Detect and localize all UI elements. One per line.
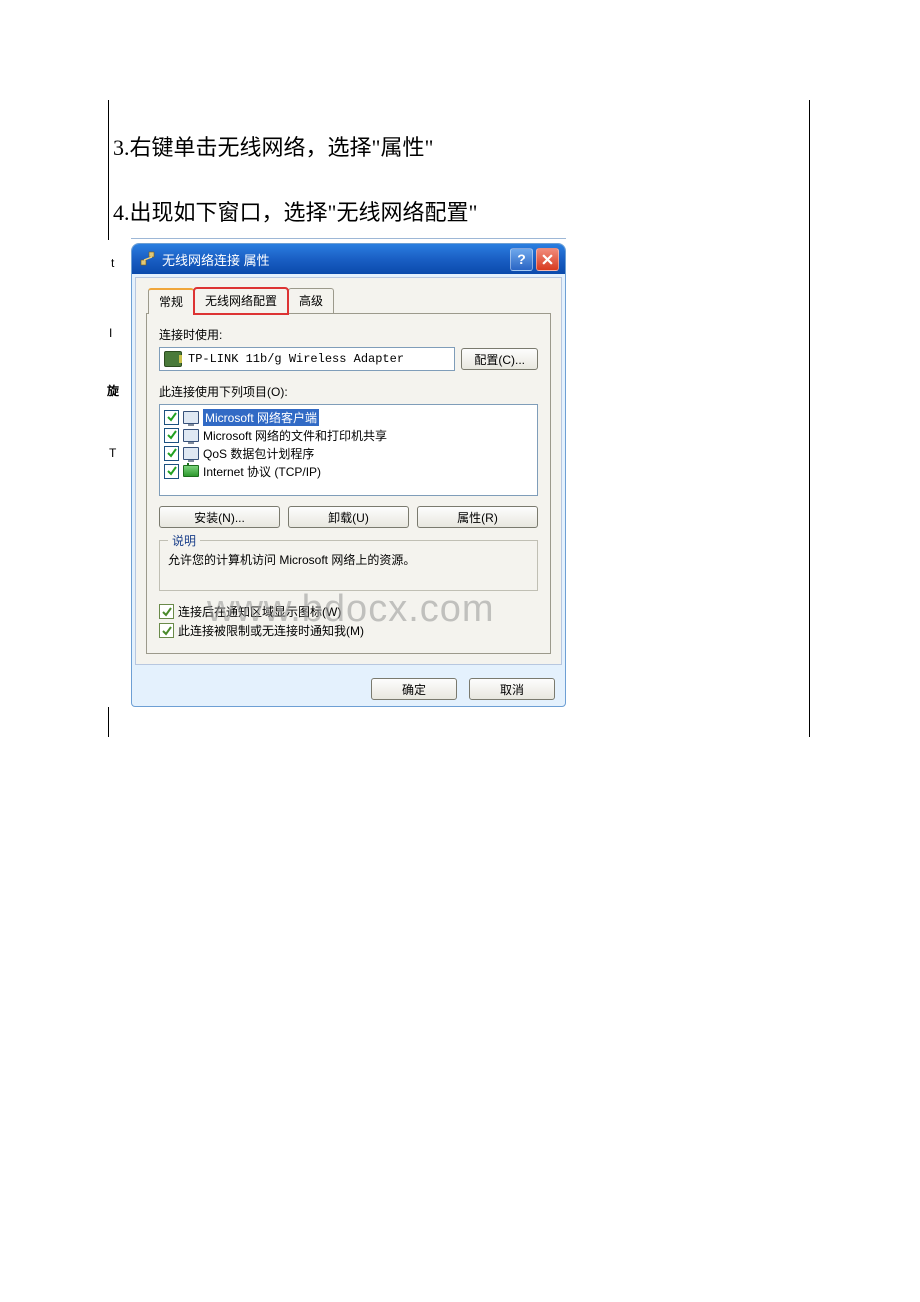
dialog-body: 常规 无线网络配置 高级 连接时使用: TP-LINK 11b/g Wirele… <box>135 277 562 665</box>
checkbox-icon[interactable] <box>159 604 174 619</box>
help-button[interactable]: ? <box>510 248 533 271</box>
checkbox-icon[interactable] <box>164 464 179 479</box>
checkbox-icon[interactable] <box>164 446 179 461</box>
item-file-print[interactable]: Microsoft 网络的文件和打印机共享 <box>164 426 533 444</box>
ok-button[interactable]: 确定 <box>371 678 457 700</box>
item-buttons: 安装(N)... 卸载(U) 属性(R) <box>159 506 538 528</box>
cancel-button[interactable]: 取消 <box>469 678 555 700</box>
checkbox-icon[interactable] <box>164 410 179 425</box>
tab-advanced[interactable]: 高级 <box>288 288 334 314</box>
protocol-icon <box>183 463 199 479</box>
configure-button[interactable]: 配置(C)... <box>461 348 538 370</box>
dialog-buttons: 确定 取消 <box>132 668 565 706</box>
show-icon-label: 连接后在通知区域显示图标(W) <box>178 603 341 620</box>
network-icon <box>140 251 156 267</box>
top-divider <box>131 238 566 239</box>
tab-panel-general: 连接时使用: TP-LINK 11b/g Wireless Adapter 配置… <box>146 313 551 654</box>
connect-using-label: 连接时使用: <box>159 326 538 343</box>
description-text: 允许您的计算机访问 Microsoft 网络上的资源。 <box>168 551 529 568</box>
page-fragments: t I 旋 T <box>107 240 131 707</box>
client-icon <box>183 409 199 425</box>
tab-strip: 常规 无线网络配置 高级 <box>148 288 551 314</box>
share-icon <box>183 427 199 443</box>
titlebar-text: 无线网络连接 属性 <box>162 250 507 269</box>
close-button[interactable] <box>536 248 559 271</box>
adapter-row: TP-LINK 11b/g Wireless Adapter 配置(C)... <box>159 347 538 371</box>
fragment-t: t <box>111 256 114 270</box>
item-qos[interactable]: QoS 数据包计划程序 <box>164 444 533 462</box>
item-label: Microsoft 网络客户端 <box>203 409 319 426</box>
fragment-t2: T <box>109 446 116 460</box>
item-label: Microsoft 网络的文件和打印机共享 <box>203 427 387 444</box>
install-button[interactable]: 安装(N)... <box>159 506 280 528</box>
item-label: Internet 协议 (TCP/IP) <box>203 463 321 480</box>
uninstall-button[interactable]: 卸载(U) <box>288 506 409 528</box>
step-3-text: 3.右键单击无线网络，选择"属性" <box>109 130 809 165</box>
description-title: 说明 <box>168 532 200 549</box>
item-ms-client[interactable]: Microsoft 网络客户端 <box>164 408 533 426</box>
checkbox-icon[interactable] <box>159 623 174 638</box>
tab-general[interactable]: 常规 <box>148 288 194 314</box>
nic-icon <box>164 351 182 367</box>
show-icon-row[interactable]: 连接后在通知区域显示图标(W) <box>159 603 538 620</box>
step-4-text: 4.出现如下窗口，选择"无线网络配置" <box>109 195 809 230</box>
xp-dialog-screenshot: t I 旋 T 无线网络连接 属性 ? <box>107 238 566 707</box>
items-list[interactable]: Microsoft 网络客户端 Microsoft 网络的文件和打印机共享 Qo <box>159 404 538 496</box>
document-page: 3.右键单击无线网络，选择"属性" 4.出现如下窗口，选择"无线网络配置" t … <box>108 100 810 737</box>
items-label: 此连接使用下列项目(O): <box>159 383 538 400</box>
item-tcpip[interactable]: Internet 协议 (TCP/IP) <box>164 462 533 480</box>
checkbox-icon[interactable] <box>164 428 179 443</box>
adapter-name: TP-LINK 11b/g Wireless Adapter <box>188 352 404 366</box>
titlebar[interactable]: 无线网络连接 属性 ? <box>132 244 565 274</box>
dialog-window: 无线网络连接 属性 ? 常规 无线网络配置 高级 连接时使用: <box>131 243 566 707</box>
properties-button[interactable]: 属性(R) <box>417 506 538 528</box>
adapter-field[interactable]: TP-LINK 11b/g Wireless Adapter <box>159 347 455 371</box>
notify-label: 此连接被限制或无连接时通知我(M) <box>178 622 364 639</box>
description-group: 说明 允许您的计算机访问 Microsoft 网络上的资源。 <box>159 540 538 591</box>
screenshot-container: t I 旋 T 无线网络连接 属性 ? <box>109 238 809 707</box>
tab-wireless-config[interactable]: 无线网络配置 <box>194 288 288 314</box>
fragment-i: I <box>109 326 112 340</box>
item-label: QoS 数据包计划程序 <box>203 445 314 462</box>
qos-icon <box>183 445 199 461</box>
fragment-rot: 旋 <box>107 382 119 399</box>
notify-row[interactable]: 此连接被限制或无连接时通知我(M) <box>159 622 538 639</box>
